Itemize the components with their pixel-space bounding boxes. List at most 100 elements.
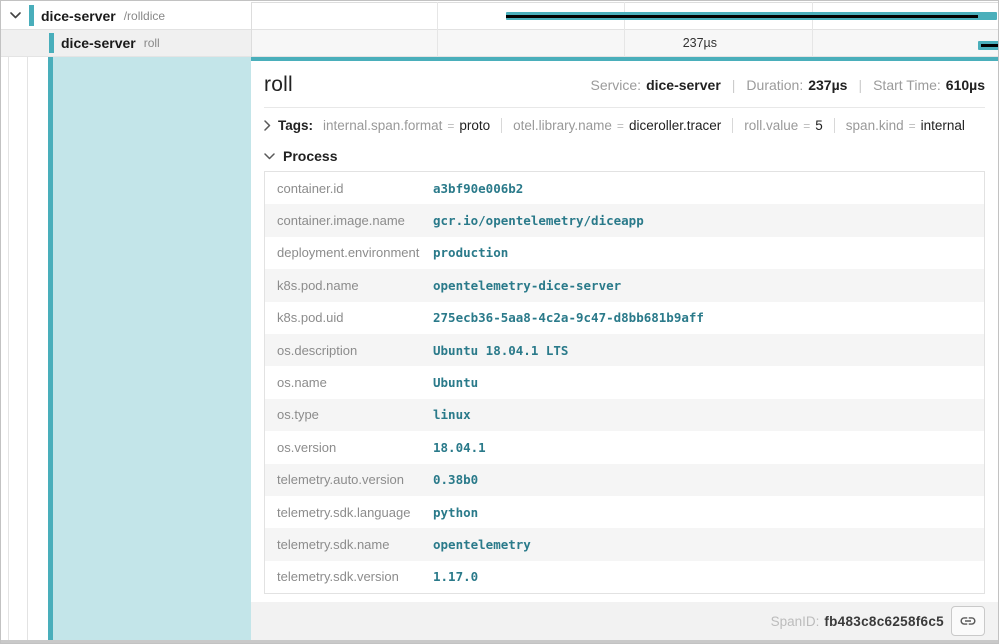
detail-header: roll Service: dice-server | Duration: 23… xyxy=(264,73,985,97)
operation-name: /rolldice xyxy=(124,9,165,23)
process-value: opentelemetry-dice-server xyxy=(433,278,621,293)
process-key: container.image.name xyxy=(265,213,433,228)
timeline-gridline xyxy=(624,2,625,57)
tag-key: span.kind xyxy=(846,118,904,133)
process-value: opentelemetry xyxy=(433,537,531,552)
process-key: os.version xyxy=(265,440,433,455)
tag-item: roll.value = 5 xyxy=(732,118,823,133)
span-bar-stripe xyxy=(981,44,999,47)
tag-key: internal.span.format xyxy=(323,118,442,133)
process-value: 18.04.1 xyxy=(433,440,486,455)
process-label: Process xyxy=(283,148,337,164)
tag-equals: = xyxy=(617,119,624,133)
tag-key: roll.value xyxy=(744,118,798,133)
child-span-marker xyxy=(506,15,978,18)
tag-key: otel.library.name xyxy=(513,118,612,133)
process-table-row: os.version 18.04.1 xyxy=(265,431,984,463)
service-label: Service: xyxy=(590,77,641,93)
trace-detail-view: dice-server /rolldice 237µs dice-server … xyxy=(0,0,999,644)
span-operation-title: roll xyxy=(264,73,293,97)
span-row-rolldice[interactable]: dice-server /rolldice xyxy=(1,2,998,30)
indent-guide xyxy=(27,57,28,643)
bottom-scrollbar-track[interactable] xyxy=(1,640,998,643)
chevron-right-icon xyxy=(264,120,271,131)
tag-equals: = xyxy=(909,119,916,133)
tag-item: span.kind = internal xyxy=(834,118,965,133)
indent-column xyxy=(1,57,251,643)
duration-value: 237µs xyxy=(808,77,847,93)
tag-equals: = xyxy=(803,119,810,133)
process-key: telemetry.sdk.version xyxy=(265,569,433,584)
process-value: production xyxy=(433,245,508,260)
process-key: os.name xyxy=(265,375,433,390)
process-table-row: deployment.environment production xyxy=(265,237,984,269)
tag-item: otel.library.name = diceroller.tracer xyxy=(501,118,721,133)
process-key: telemetry.sdk.language xyxy=(265,505,433,520)
process-value: gcr.io/opentelemetry/diceapp xyxy=(433,213,644,228)
service-value: dice-server xyxy=(646,77,721,93)
deep-link-button[interactable] xyxy=(951,606,985,636)
process-table-row: os.type linux xyxy=(265,399,984,431)
span-id-value: fb483c8c6258f6c5 xyxy=(824,614,944,629)
chevron-down-icon[interactable] xyxy=(9,12,21,19)
chevron-down-icon xyxy=(264,153,275,160)
link-icon xyxy=(959,612,977,630)
process-value: python xyxy=(433,505,478,520)
tag-value: 5 xyxy=(815,118,823,133)
span-bar-rolldice[interactable] xyxy=(506,12,997,20)
process-table-row: k8s.pod.uid 275ecb36-5aa8-4c2a-9c47-d8bb… xyxy=(265,302,984,334)
tag-value: diceroller.tracer xyxy=(629,118,721,133)
operation-name: roll xyxy=(144,36,160,50)
service-color-bar xyxy=(49,33,54,53)
tag-item: internal.span.format = proto xyxy=(323,118,490,133)
span-rows: dice-server /rolldice 237µs dice-server … xyxy=(1,1,998,57)
span-row-roll[interactable]: 237µs dice-server roll xyxy=(1,30,998,57)
process-key: k8s.pod.name xyxy=(265,278,433,293)
span-bar-roll[interactable] xyxy=(978,41,999,50)
process-value: Ubuntu 18.04.1 LTS xyxy=(433,343,568,358)
process-key: telemetry.auto.version xyxy=(265,472,433,487)
timeline-gridline xyxy=(437,2,438,57)
span-duration-label: 237µs xyxy=(683,30,717,56)
start-time-value: 610µs xyxy=(946,77,985,93)
service-name: dice-server xyxy=(61,35,136,51)
meta-separator: | xyxy=(858,77,862,93)
process-value: a3bf90e006b2 xyxy=(433,181,523,196)
service-color-bar xyxy=(29,5,34,26)
tags-label: Tags: xyxy=(278,118,313,133)
process-table-row: telemetry.auto.version 0.38b0 xyxy=(265,464,984,496)
tags-accordion-toggle[interactable]: Tags: internal.span.format = proto otel.… xyxy=(264,118,985,133)
process-table-row: os.description Ubuntu 18.04.1 LTS xyxy=(265,334,984,366)
process-value: linux xyxy=(433,407,471,422)
process-value: Ubuntu xyxy=(433,375,478,390)
tag-value: proto xyxy=(459,118,490,133)
process-table-row: telemetry.sdk.language python xyxy=(265,496,984,528)
duration-label: Duration: xyxy=(746,77,803,93)
process-key: os.type xyxy=(265,407,433,422)
span-name-cell-roll[interactable]: dice-server roll xyxy=(1,30,251,56)
process-key: deployment.environment xyxy=(265,245,433,260)
span-detail-row: roll Service: dice-server | Duration: 23… xyxy=(1,57,998,643)
timeline-gridline xyxy=(812,2,813,57)
process-key-values-table: container.id a3bf90e006b2 container.imag… xyxy=(264,171,985,594)
process-table-row: container.image.name gcr.io/opentelemetr… xyxy=(265,204,984,236)
process-value: 275ecb36-5aa8-4c2a-9c47-d8bb681b9aff xyxy=(433,310,704,325)
header-divider xyxy=(264,107,985,108)
tag-value: internal xyxy=(921,118,965,133)
process-table-row: telemetry.sdk.name opentelemetry xyxy=(265,528,984,560)
detail-header-meta: Service: dice-server | Duration: 237µs |… xyxy=(590,77,985,93)
process-key: container.id xyxy=(265,181,433,196)
span-detail-panel: roll Service: dice-server | Duration: 23… xyxy=(251,57,998,643)
service-name: dice-server xyxy=(41,8,116,24)
process-table-row: os.name Ubuntu xyxy=(265,366,984,398)
process-accordion-toggle[interactable]: Process xyxy=(264,148,985,164)
process-value: 1.17.0 xyxy=(433,569,478,584)
span-name-cell-rolldice[interactable]: dice-server /rolldice xyxy=(1,2,251,29)
process-table-row: container.id a3bf90e006b2 xyxy=(265,172,984,204)
process-table-row: telemetry.sdk.version 1.17.0 xyxy=(265,561,984,593)
process-key: os.description xyxy=(265,343,433,358)
detail-footer: SpanID: fb483c8c6258f6c5 xyxy=(251,602,998,640)
selected-span-highlight[interactable] xyxy=(53,57,251,643)
meta-separator: | xyxy=(732,77,736,93)
process-key: telemetry.sdk.name xyxy=(265,537,433,552)
